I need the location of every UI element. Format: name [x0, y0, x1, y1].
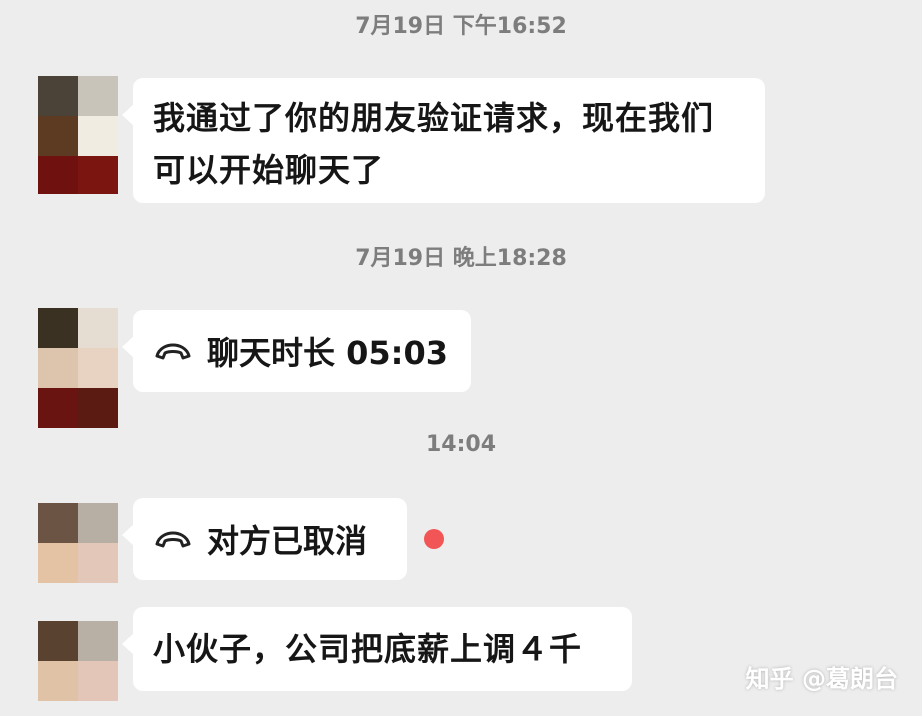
phone-hangup-icon: [155, 531, 191, 548]
phone-hangup-icon: [155, 343, 191, 360]
call-record-bubble[interactable]: 聊天时长 05:03: [122, 310, 471, 392]
message-bubble[interactable]: 小伙子，公司把底薪上调４千: [122, 607, 632, 691]
avatar[interactable]: [38, 503, 118, 583]
message-text-line1: 我通过了你的朋友验证请求，现在我们: [153, 99, 715, 137]
timestamp: 14:04: [425, 432, 497, 457]
avatar[interactable]: [38, 308, 118, 428]
avatar[interactable]: [38, 76, 118, 194]
timestamp: 7月19日 下午16:52: [355, 14, 567, 39]
call-record-bubble[interactable]: 对方已取消: [122, 498, 407, 580]
timestamp: 7月19日 晚上18:28: [355, 246, 567, 271]
avatar[interactable]: [38, 621, 118, 701]
call-duration-text: 聊天时长 05:03: [207, 334, 449, 372]
watermark: 知乎 @葛朗台: [745, 665, 898, 693]
message-text: 小伙子，公司把底薪上调４千: [153, 630, 583, 668]
message-bubble[interactable]: 我通过了你的朋友验证请求，现在我们 可以开始聊天了: [122, 78, 765, 203]
message-text-line2: 可以开始聊天了: [153, 151, 385, 189]
call-cancelled-text: 对方已取消: [207, 522, 368, 560]
unread-dot: [424, 529, 444, 549]
